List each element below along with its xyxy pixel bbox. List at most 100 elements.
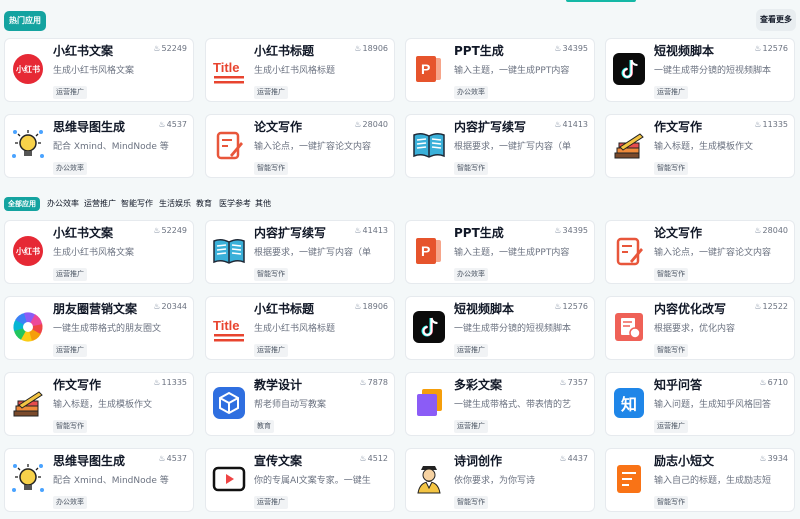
usage-count: ♨11335	[754, 120, 788, 129]
app-category-tag: 智能写作	[254, 162, 288, 175]
usage-count-value: 12576	[562, 302, 588, 311]
app-description: 输入论点，一键扩容论文内容	[654, 248, 772, 258]
app-category-tag: 智能写作	[654, 162, 688, 175]
usage-count-value: 11335	[762, 120, 788, 129]
usage-count-value: 4537	[166, 120, 187, 129]
app-card[interactable]: 朋友圈营销文案 ♨20344 一键生成带格式的朋友圈文 运营推广	[4, 296, 194, 360]
app-card[interactable]: 论文写作 ♨28040 输入论点，一键扩容论文内容 智能写作	[205, 114, 395, 178]
fire-icon: ♨	[354, 44, 362, 53]
app-description: 配合 Xmind、MindNode 等	[53, 142, 169, 152]
usage-count: ♨4537	[158, 120, 187, 129]
usage-count-value: 41413	[362, 226, 388, 235]
app-card[interactable]: P PPT生成 ♨34395 输入主题，一键生成PPT内容 办公效率	[405, 38, 595, 102]
app-category-tag: 运营推广	[254, 86, 288, 99]
app-card[interactable]: 内容扩写续写 ♨41413 根据要求，一键扩写内容（单 智能写作	[405, 114, 595, 178]
app-card[interactable]: 多彩文案 ♨7357 一键生成带格式、带表情的艺 运营推广	[405, 372, 595, 436]
app-card[interactable]: 励志小短文 ♨3934 输入自己的标题，生成励志短 智能写作	[605, 448, 795, 512]
usage-count-value: 6710	[767, 378, 788, 387]
category-tab[interactable]: 运营推广	[84, 197, 116, 211]
app-title: 思维导图生成	[53, 454, 126, 468]
app-card[interactable]: 教学设计 ♨7878 帮老师自动写教案 教育	[205, 372, 395, 436]
fire-icon: ♨	[354, 120, 362, 129]
app-title: 小红书文案	[53, 226, 114, 240]
ppt-icon: P	[412, 234, 446, 268]
app-description: 一键生成带格式、带表情的艺	[454, 400, 572, 410]
app-card[interactable]: 思维导图生成 ♨4537 配合 Xmind、MindNode 等 办公效率	[4, 448, 194, 512]
category-tab[interactable]: 医学参考	[219, 197, 251, 211]
app-card[interactable]: 作文写作 ♨11335 输入标题，生成模板作文 智能写作	[4, 372, 194, 436]
fire-icon: ♨	[153, 226, 161, 235]
usage-count-value: 18906	[362, 44, 388, 53]
app-card[interactable]: 论文写作 ♨28040 输入论点，一键扩容论文内容 智能写作	[605, 220, 795, 284]
app-description: 根据要求，一键扩写内容（单	[454, 142, 572, 152]
app-description: 输入问题，生成知乎风格回答	[654, 400, 772, 410]
app-card[interactable]: 内容优化改写 ♨12522 根据要求，优化内容 智能写作	[605, 296, 795, 360]
app-card[interactable]: 知 知乎问答 ♨6710 输入问题，生成知乎风格回答 运营推广	[605, 372, 795, 436]
app-card[interactable]: 小红书 小红书文案 ♨52249 生成小红书风格文案 运营推广	[4, 220, 194, 284]
open-book-icon	[212, 234, 246, 268]
app-card[interactable]: Title 小红书标题 ♨18906 生成小红书风格标题 运营推广	[205, 296, 395, 360]
orange-doc-icon	[612, 462, 646, 496]
category-tab[interactable]: 其他	[255, 197, 271, 211]
app-card[interactable]: 内容扩写续写 ♨41413 根据要求，一键扩写内容（单 智能写作	[205, 220, 395, 284]
svg-text:P: P	[421, 243, 430, 259]
usage-count: ♨4512	[359, 454, 388, 463]
app-title: 朋友圈营销文案	[53, 302, 138, 316]
app-description: 生成小红书风格文案	[53, 248, 135, 258]
usage-count-value: 7357	[567, 378, 588, 387]
usage-count: ♨11335	[153, 378, 187, 387]
app-title: 短视频脚本	[454, 302, 515, 316]
app-description: 输入主题，一键生成PPT内容	[454, 66, 570, 76]
app-card[interactable]: 作文写作 ♨11335 输入标题，生成模板作文 智能写作	[605, 114, 795, 178]
app-title: 论文写作	[654, 226, 703, 240]
fire-icon: ♨	[754, 226, 762, 235]
app-category-tag: 运营推广	[254, 496, 288, 509]
app-card[interactable]: Title 小红书标题 ♨18906 生成小红书风格标题 运营推广	[205, 38, 395, 102]
app-card[interactable]: 小红书 小红书文案 ♨52249 生成小红书风格文案 运营推广	[4, 38, 194, 102]
app-category-tag: 运营推广	[53, 268, 87, 281]
category-tab[interactable]: 智能写作	[121, 197, 153, 211]
usage-count: ♨12576	[554, 302, 588, 311]
usage-count: ♨18906	[354, 44, 388, 53]
view-more-button[interactable]: 查看更多	[756, 9, 796, 31]
fire-icon: ♨	[759, 454, 767, 463]
app-title: 思维导图生成	[53, 120, 126, 134]
app-title: 诗词创作	[454, 454, 503, 468]
usage-count-value: 11335	[161, 378, 187, 387]
usage-count-value: 4437	[567, 454, 588, 463]
app-card[interactable]: 短视频脚本 ♨12576 一键生成带分镜的短视频脚本 运营推广	[605, 38, 795, 102]
app-card[interactable]: 思维导图生成 ♨4537 配合 Xmind、MindNode 等 办公效率	[4, 114, 194, 178]
category-tab[interactable]: 教育	[196, 197, 212, 211]
fire-icon: ♨	[158, 454, 166, 463]
app-card[interactable]: 诗词创作 ♨4437 依你要求，为你写诗 智能写作	[405, 448, 595, 512]
title-icon: Title	[212, 310, 246, 344]
category-all-tab[interactable]: 全部应用	[4, 197, 40, 211]
category-tab[interactable]: 生活娱乐	[159, 197, 191, 211]
app-card[interactable]: 宣传文案 ♨4512 你的专属AI文案专家。一键生 运营推广	[205, 448, 395, 512]
app-category-tag: 办公效率	[454, 86, 488, 99]
usage-count: ♨34395	[554, 226, 588, 235]
app-category-tag: 智能写作	[254, 268, 288, 281]
fire-icon: ♨	[354, 226, 362, 235]
app-card[interactable]: 短视频脚本 ♨12576 一键生成带分镜的短视频脚本 运营推广	[405, 296, 595, 360]
top-strip	[0, 0, 800, 2]
open-book-icon	[412, 128, 446, 162]
usage-count: ♨12522	[754, 302, 788, 311]
fire-icon: ♨	[359, 378, 367, 387]
usage-count: ♨34395	[554, 44, 588, 53]
app-card[interactable]: P PPT生成 ♨34395 输入主题，一键生成PPT内容 办公效率	[405, 220, 595, 284]
usage-count-value: 34395	[562, 44, 588, 53]
books-pencil-icon	[612, 128, 646, 162]
xiaohongshu-logo-text: 小红书	[13, 54, 43, 84]
app-category-tag: 智能写作	[454, 162, 488, 175]
top-button-edge[interactable]	[566, 0, 636, 2]
fire-icon: ♨	[153, 302, 161, 311]
app-category-tag: 智能写作	[654, 268, 688, 281]
app-category-tag: 智能写作	[53, 420, 87, 433]
lightbulb-icon	[11, 128, 45, 162]
fire-icon: ♨	[754, 44, 762, 53]
category-tab[interactable]: 办公效率	[47, 197, 79, 211]
app-category-tag: 教育	[254, 420, 274, 433]
app-title: 宣传文案	[254, 454, 303, 468]
usage-count: ♨52249	[153, 44, 187, 53]
